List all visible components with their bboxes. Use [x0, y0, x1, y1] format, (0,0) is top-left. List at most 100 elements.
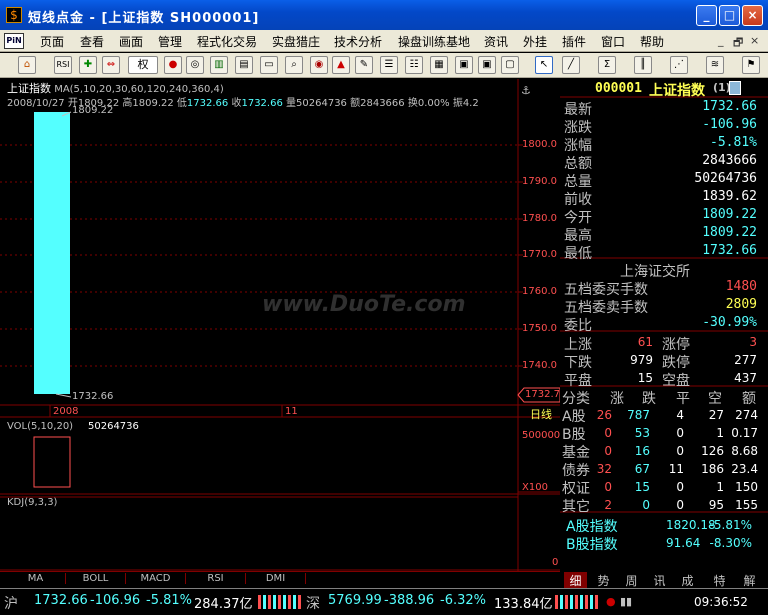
window-title: 短线点金 - [上证指数 SH000001]	[28, 11, 260, 26]
anchor-icon[interactable]: ⚓	[521, 84, 531, 97]
class-cell-name: 基金	[562, 445, 590, 461]
fan-icon[interactable]: ⋰	[670, 56, 688, 74]
maximize-button[interactable]: □	[719, 5, 740, 26]
tab-ma[interactable]: MA	[6, 573, 66, 584]
home-icon[interactable]: ⌂	[18, 56, 36, 74]
quote-label: 最新	[564, 102, 592, 118]
class-cell-flat: 0	[676, 480, 684, 494]
tab-special[interactable]: 特	[708, 572, 731, 589]
quote-label: 五档委买手数	[564, 282, 648, 298]
index-value: 1820.18	[666, 518, 716, 532]
arrows-icon[interactable]: ⇔	[102, 56, 120, 74]
menu-window[interactable]: 窗口	[601, 33, 625, 50]
eyes-icon[interactable]: ◎	[186, 56, 204, 74]
x-axis-label: 11	[285, 406, 298, 417]
menu-training-base[interactable]: 操盘训练基地	[398, 33, 470, 50]
axis-label-price: 1750.0	[522, 323, 557, 334]
tab-deals[interactable]: 成	[676, 572, 699, 589]
cross-icon[interactable]: ✚	[79, 56, 97, 74]
low-label: 低	[176, 98, 187, 109]
tab-detail[interactable]: 细	[564, 572, 587, 589]
quan-select[interactable]: 权	[128, 56, 158, 74]
class-cell-down: 0	[642, 498, 650, 512]
menu-plugin-ext[interactable]: 外挂	[523, 33, 547, 50]
window1-icon[interactable]: ▣	[455, 56, 473, 74]
menu-help[interactable]: 帮助	[640, 33, 664, 50]
window2-icon[interactable]: ▣	[478, 56, 496, 74]
minimize-button[interactable]: _	[696, 5, 717, 26]
page-icon[interactable]	[729, 81, 741, 95]
alarm-icon[interactable]: ●	[606, 595, 616, 608]
mdi-minimize-button[interactable]: _	[718, 34, 724, 47]
turn-value: 0.00%	[417, 98, 450, 109]
class-table-row: A股 26 787 4 27 274	[562, 406, 760, 425]
balls-icon[interactable]: ●	[164, 56, 182, 74]
quote-label: 委比	[564, 318, 592, 334]
class-cell-flat: 4	[676, 408, 684, 422]
axis-label-price: 1780.0	[522, 213, 557, 224]
cursor-icon[interactable]: ↖	[535, 56, 553, 74]
quote-row-prevclose: 前收 1839.62	[564, 189, 757, 208]
mdi-restore-button[interactable]: 🗗	[733, 34, 743, 53]
app-icon[interactable]: $	[6, 7, 22, 23]
exchange-name: 上海证交所	[620, 264, 690, 280]
flag-icon[interactable]: ⚑	[742, 56, 760, 74]
building-icon[interactable]: ▤	[235, 56, 253, 74]
menu-info[interactable]: 资讯	[484, 33, 508, 50]
tab-boll[interactable]: BOLL	[66, 573, 126, 584]
low-marker-line	[55, 393, 72, 398]
tab-trend[interactable]: 势	[592, 572, 615, 589]
rsi-icon[interactable]: RSI	[54, 56, 72, 74]
tab-explain[interactable]: 解	[738, 572, 761, 589]
line-icon[interactable]: ╱	[562, 56, 580, 74]
sigma-icon[interactable]: Σ	[598, 56, 616, 74]
channel-icon[interactable]: ≋	[706, 56, 724, 74]
mdi-close-button[interactable]: ×	[750, 34, 759, 47]
menu-screen[interactable]: 画面	[119, 33, 143, 50]
search-doc-icon[interactable]: ⌕	[285, 56, 303, 74]
bars-icon[interactable]: ║	[634, 56, 652, 74]
grid2-icon[interactable]: ☷	[405, 56, 423, 74]
quote-row-volume: 总量 50264736	[564, 171, 757, 190]
period-label[interactable]: 日线	[530, 406, 552, 422]
high-label: 高	[122, 98, 133, 109]
tab-rsi[interactable]: RSI	[186, 573, 246, 584]
menu-tech-analysis[interactable]: 技术分析	[334, 33, 382, 50]
index-pct: -8.30%	[709, 536, 752, 550]
class-cell-amt: 23.4	[731, 462, 758, 476]
quote-label: 下跌	[564, 355, 592, 371]
book-icon[interactable]: ▭	[260, 56, 278, 74]
menu-manage[interactable]: 管理	[158, 33, 182, 50]
coin-icon[interactable]: ◉	[310, 56, 328, 74]
class-cell-up: 0	[604, 480, 612, 494]
class-col-header: 额	[742, 391, 756, 407]
tab-dmi[interactable]: DMI	[246, 573, 306, 584]
menu-hunt-dealer[interactable]: 实盘猎庄	[272, 33, 320, 50]
menu-view[interactable]: 查看	[80, 33, 104, 50]
grid3-icon[interactable]: ▦	[430, 56, 448, 74]
tab-news[interactable]: 讯	[648, 572, 671, 589]
app-logo-icon[interactable]: PiN	[4, 33, 24, 49]
quote-value: 1839.62	[702, 189, 757, 204]
kdj-header: KDJ(9,3,3)	[7, 497, 58, 508]
menu-program-trading[interactable]: 程式化交易	[197, 33, 257, 50]
stock-name: 上证指数	[649, 83, 705, 99]
quote-label: 总量	[564, 174, 592, 190]
vol-header-value: 50264736	[88, 421, 139, 432]
close-value: 1732.66	[241, 98, 283, 109]
bell-icon[interactable]: ▲	[332, 56, 350, 74]
window3-icon[interactable]: ▢	[501, 56, 519, 74]
index-row-b: B股指数 91.64 -8.30%	[566, 534, 758, 553]
grid1-icon[interactable]: ☰	[380, 56, 398, 74]
kline-chart-area[interactable]: www.DuoTe.com	[0, 79, 560, 571]
signal-icon[interactable]: ▮▮	[620, 595, 632, 608]
close-button[interactable]: ×	[742, 5, 763, 26]
pen-icon[interactable]: ✎	[355, 56, 373, 74]
tab-week[interactable]: 周	[620, 572, 643, 589]
menu-page[interactable]: 页面	[40, 33, 64, 50]
menu-plugins[interactable]: 插件	[562, 33, 586, 50]
tab-macd[interactable]: MACD	[126, 573, 186, 584]
chart-icon[interactable]: ▥	[210, 56, 228, 74]
class-col-header: 涨	[610, 391, 624, 407]
amp-label: 振	[452, 98, 463, 109]
